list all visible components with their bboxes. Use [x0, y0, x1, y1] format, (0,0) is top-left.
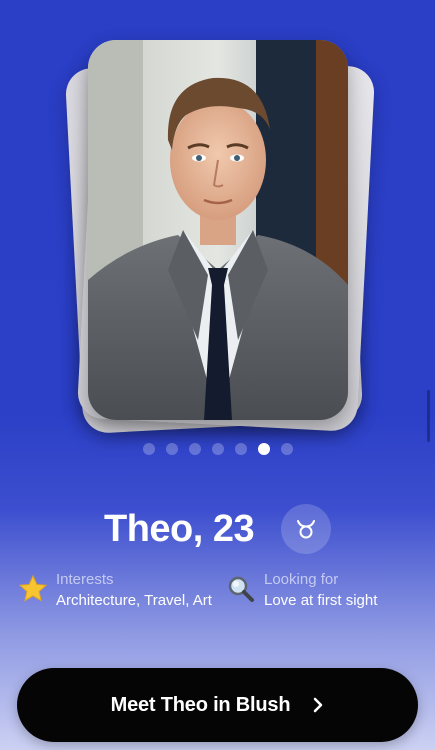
profile-photo-stack[interactable] — [64, 40, 376, 435]
looking-for-section: Looking for Love at first sight — [226, 570, 377, 611]
interests-section: Interests Architecture, Travel, Art — [18, 570, 216, 611]
meet-in-blush-button[interactable]: Meet Theo in Blush — [17, 668, 418, 742]
profile-name-age: Theo, 23 — [104, 508, 255, 550]
chevron-right-icon — [312, 697, 324, 713]
photo-pager — [0, 443, 435, 455]
interests-label: Interests — [56, 571, 114, 588]
pager-dot[interactable] — [188, 443, 201, 455]
magnifier-icon — [228, 576, 254, 602]
profile-photo[interactable] — [88, 40, 348, 420]
profile-photo-image — [88, 40, 348, 420]
pager-dot[interactable] — [211, 443, 224, 455]
pager-dot[interactable] — [142, 443, 155, 455]
meet-in-blush-label: Meet Theo in Blush — [110, 693, 291, 716]
pager-dot[interactable] — [234, 443, 247, 455]
star-icon — [18, 574, 48, 602]
interests-value: Architecture, Travel, Art — [56, 592, 212, 609]
pager-dot-active[interactable] — [257, 443, 270, 455]
scrollbar[interactable] — [427, 390, 430, 442]
profile-header: Theo, 23 — [0, 500, 435, 556]
pager-dot[interactable] — [165, 443, 178, 455]
looking-for-label: Looking for — [264, 571, 339, 588]
looking-for-value: Love at first sight — [264, 592, 378, 609]
pager-dot[interactable] — [280, 443, 293, 455]
taurus-icon — [297, 520, 315, 539]
zodiac-badge[interactable] — [281, 504, 331, 554]
